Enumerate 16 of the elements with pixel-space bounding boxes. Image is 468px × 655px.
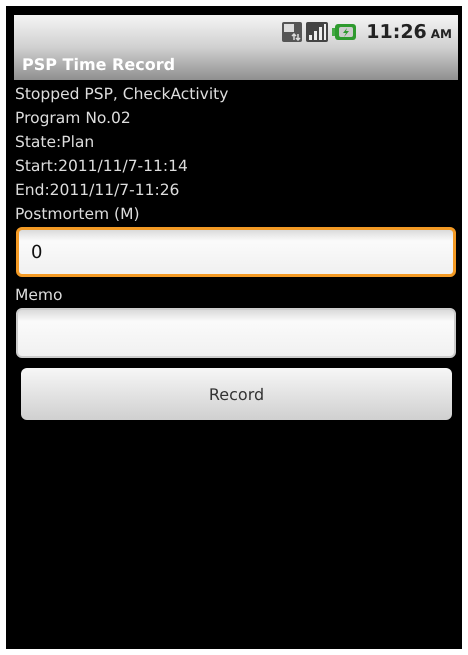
clock-time: 11:26 [366,20,427,42]
input-field[interactable]: 0 [16,227,456,277]
info-text: State:Plan [15,132,96,153]
field-label: Postmortem (M) [15,204,140,225]
signal-icon [306,22,328,42]
field-label: Memo [15,285,64,306]
network-type-icon [282,22,302,42]
info-text: Program No.02 [15,108,132,129]
app-title: PSP Time Record [22,54,176,74]
info-text: Start:2011/11/7-11:14 [15,156,189,177]
clock-meridiem: AM [430,27,452,41]
info-text: End:2011/11/7-11:26 [15,180,180,201]
battery-icon [332,22,356,40]
input-field[interactable] [16,308,456,358]
record-button[interactable]: Record [21,368,452,420]
info-text: Stopped PSP, CheckActivity [15,84,230,105]
